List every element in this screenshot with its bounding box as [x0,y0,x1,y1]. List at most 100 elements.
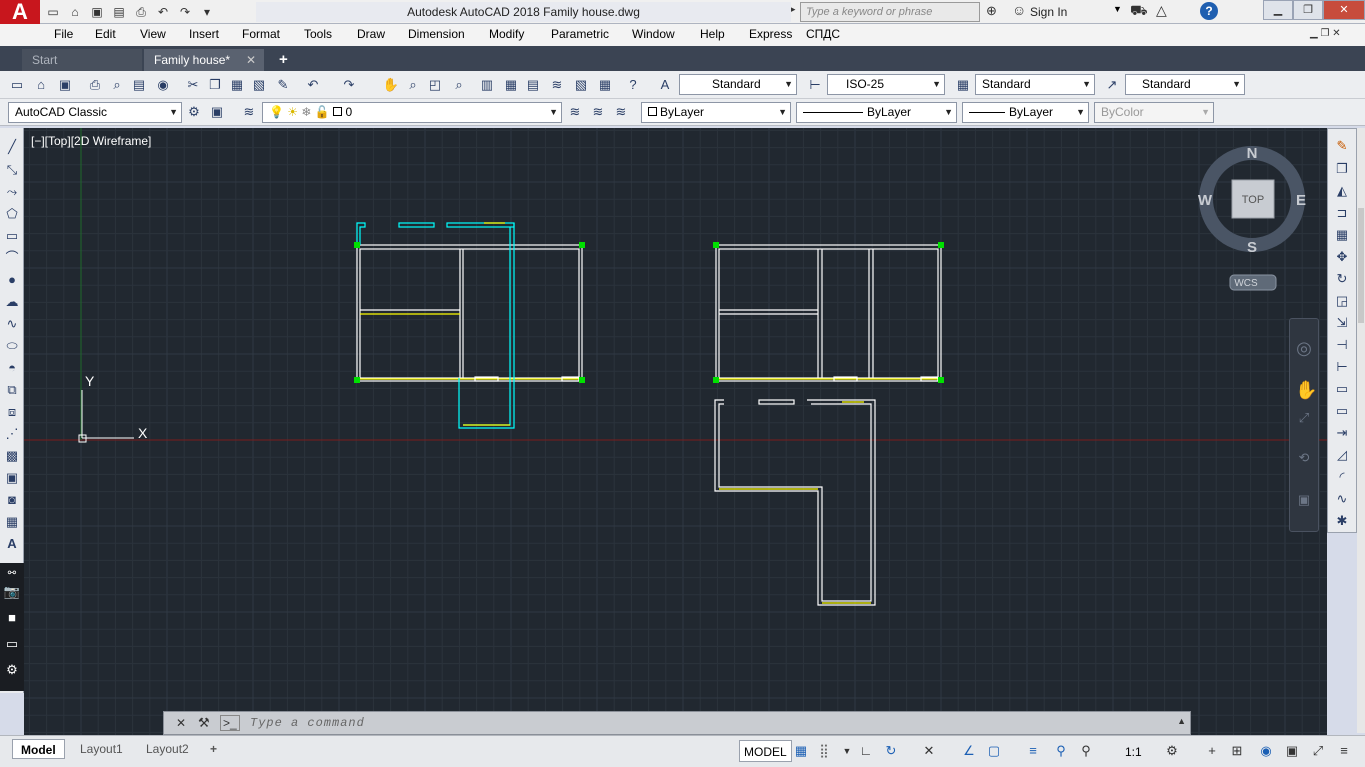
viewcube-south[interactable]: S [1247,239,1257,256]
new-file-icon[interactable]: ▭ [44,3,62,20]
model-space-button[interactable]: MODEL [739,740,792,762]
restore-button[interactable]: ❐ [1293,0,1323,20]
save-icon[interactable]: ▣ [88,3,106,20]
join-icon[interactable]: ⇥ [1333,424,1351,442]
circle-icon[interactable]: ● [3,271,21,289]
video-icon[interactable]: ■ [3,609,21,627]
color-control-select[interactable]: ByLayer ▼ [641,102,791,123]
snap-icon[interactable]: ⣿ [815,742,833,760]
vertical-scrollbar-thumb[interactable] [1358,208,1364,323]
object-snap-icon[interactable]: ▢ [985,742,1003,760]
multiline-text-icon[interactable]: A [3,535,21,553]
grip[interactable] [579,242,585,248]
lineweight-control-select[interactable]: ByLayer ▼ [962,102,1089,123]
zoom-window-icon[interactable]: ◰ [426,76,444,94]
construction-line-icon[interactable]: ⤡ [3,161,21,179]
sheet-set-icon[interactable]: ≋ [548,76,566,94]
publish-icon[interactable]: ▤ [130,76,148,94]
polar-tracking-icon[interactable]: ↻ [882,742,900,760]
plot-preview-icon[interactable]: ⌕ [108,76,126,94]
freeze-viewport-icon[interactable]: ❄ [301,105,311,119]
linetype-control-select[interactable]: ByLayer ▼ [796,102,957,123]
undo-icon[interactable]: ↶ [304,76,322,94]
menu-window[interactable]: Window [632,24,675,46]
menu-dimension[interactable]: Dimension [408,24,465,46]
command-input[interactable]: Type a command [250,716,365,730]
lightbulb-icon[interactable]: 💡 [269,105,284,119]
blend-curves-icon[interactable]: ∿ [1333,490,1351,508]
layer-previous-icon[interactable]: ≋ [589,103,607,121]
text-style-select[interactable]: Standard ▼ [679,74,797,95]
paste-icon[interactable]: ▦ [228,76,246,94]
layout-tab-model[interactable]: Model [12,739,65,759]
rectangle-icon[interactable]: ▭ [3,227,21,245]
camera-icon[interactable]: 📷 [3,583,21,601]
isometric-icon[interactable]: ✕ [920,742,938,760]
menu-parametric[interactable]: Parametric [551,24,609,46]
showmotion-icon[interactable]: ▣ [1295,491,1313,509]
mleader-style-select[interactable]: Standard ▼ [1125,74,1245,95]
move-icon[interactable]: ✥ [1333,248,1351,266]
mleader-style-icon[interactable]: ↗ [1103,76,1121,94]
scale-icon[interactable]: ◲ [1333,292,1351,310]
lock-icon[interactable]: 🔓 [315,105,330,119]
wrench-icon[interactable]: ⚒ [198,715,210,731]
menu-format[interactable]: Format [242,24,280,46]
close-button[interactable]: ✕ [1323,0,1365,20]
binoculars-icon[interactable]: ⊕ [986,3,997,19]
point-icon[interactable]: ⋰ [3,425,21,443]
chevron-down-icon[interactable]: ▼ [838,742,856,760]
sign-in-button[interactable]: Sign In [1030,2,1067,22]
window-icon[interactable]: ▭ [3,635,21,653]
polygon-icon[interactable]: ⬠ [3,205,21,223]
grid-icon[interactable]: ▦ [792,742,810,760]
clean-screen-icon[interactable]: ▣ [1283,742,1301,760]
qat-customize-icon[interactable]: ▾ [198,3,216,20]
undo-icon[interactable]: ↶ [154,3,172,20]
stretch-icon[interactable]: ⇲ [1333,314,1351,332]
spline-icon[interactable]: ∿ [3,315,21,333]
layout-tab-layout2[interactable]: Layout2 [138,739,197,759]
help-icon[interactable]: ? [1200,2,1218,20]
open-file-icon[interactable]: ⌂ [66,3,84,20]
zoom-realtime-icon[interactable]: ⌕ [404,76,422,94]
region-icon[interactable]: ◙ [3,491,21,509]
auto-scale-icon[interactable]: ⚲ [1077,742,1095,760]
menu-modify[interactable]: Modify [489,24,524,46]
text-style-icon[interactable]: A [656,76,674,94]
layout-tab-layout1[interactable]: Layout1 [72,739,131,759]
dim-style-icon[interactable]: ⊢ [806,76,824,94]
tab-close-icon[interactable]: ✕ [246,49,256,71]
gradient-icon[interactable]: ▣ [3,469,21,487]
application-menu-button[interactable]: A [0,0,40,24]
annotation-scale[interactable]: 1:1 [1125,745,1142,759]
revision-cloud-icon[interactable]: ☁ [3,293,21,311]
gear-icon[interactable]: ⚙ [1163,742,1181,760]
qnew-icon[interactable]: ▭ [8,76,26,94]
ortho-icon[interactable]: ∟ [857,742,875,760]
store-cart-icon[interactable]: ⛟ [1130,2,1148,21]
cut-icon[interactable]: ✂ [184,76,202,94]
grip[interactable] [713,377,719,383]
save-as-icon[interactable]: ▤ [110,3,128,20]
grip[interactable] [354,377,360,383]
copy-icon[interactable]: ❐ [206,76,224,94]
open-icon[interactable]: ⌂ [32,76,50,94]
match-properties-icon[interactable]: ✎ [274,76,292,94]
ellipse-icon[interactable]: ⬭ [3,337,21,355]
table-style-select[interactable]: Standard ▼ [975,74,1095,95]
menu-view[interactable]: View [140,24,166,46]
insert-block-icon[interactable]: ⧉ [3,381,21,399]
add-layout-button[interactable]: + [202,739,225,759]
rotate-icon[interactable]: ↻ [1333,270,1351,288]
grip[interactable] [579,377,585,383]
fillet-icon[interactable]: ◜ [1333,468,1351,486]
search-toggle-icon[interactable]: ▸ [791,4,799,20]
line-icon[interactable]: ╱ [3,138,21,156]
arc-icon[interactable]: ⌒ [3,249,21,267]
drawing-canvas[interactable]: Y X TOP N S W E WCS [24,128,1327,735]
new-tab-button[interactable]: + [272,49,298,71]
zoom-previous-icon[interactable]: ⌕ [450,76,468,94]
recent-commands-icon[interactable]: >_ [220,715,240,731]
break-at-point-icon[interactable]: ▭ [1333,380,1351,398]
